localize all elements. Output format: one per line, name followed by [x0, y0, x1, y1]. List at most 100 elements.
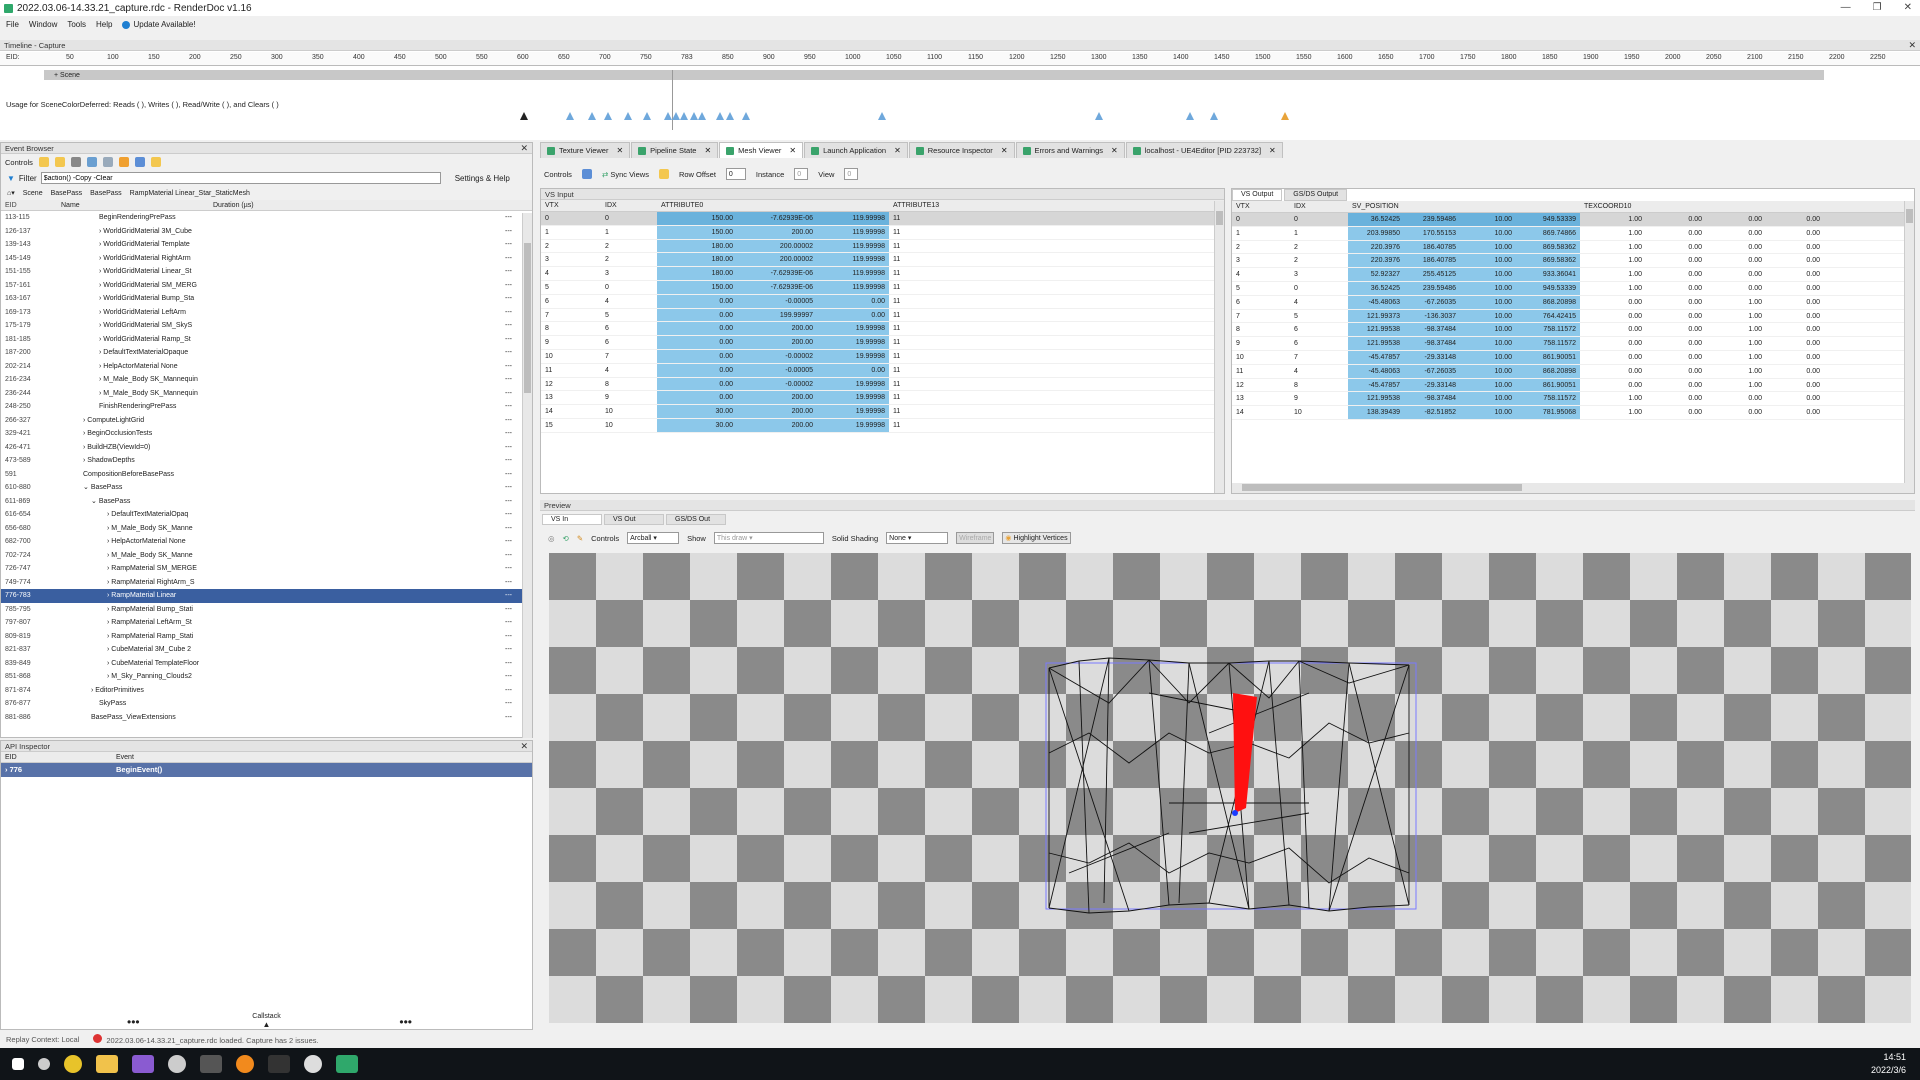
- col-eid[interactable]: EID: [1, 200, 61, 210]
- vertex-row[interactable]: 13 9 0.00 200.00 19.99998 11: [541, 391, 1224, 406]
- resource-usage-marker[interactable]: [878, 112, 886, 120]
- tab-resource-inspector[interactable]: Resource Inspector ✕: [908, 142, 1015, 158]
- settings-help-button[interactable]: Settings & Help: [455, 174, 510, 183]
- vertex-row[interactable]: 7 5 121.99373 -136.3037 10.00 764.42415 0.00 0.…: [1232, 309, 1914, 324]
- column-header[interactable]: [1516, 201, 1580, 212]
- event-row[interactable]: 797-807 › RampMaterial LeftArm_St ---: [1, 616, 522, 630]
- column-header[interactable]: ATTRIBUTE0: [657, 200, 737, 211]
- column-header[interactable]: TEXCOORD10: [1580, 201, 1646, 212]
- tab-vs-out[interactable]: VS Out: [604, 514, 664, 525]
- tab-vs-output[interactable]: VS Output: [1232, 189, 1283, 201]
- close-icon[interactable]: ✕: [1269, 146, 1276, 155]
- maximize-button[interactable]: ❐: [1873, 2, 1882, 13]
- resource-usage-marker[interactable]: [726, 112, 734, 120]
- vertex-row[interactable]: 9 6 0.00 200.00 19.99998 11: [541, 336, 1224, 350]
- timeline-ruler[interactable]: EID: 50 100 150 200 250 300 350 400 450 500 550 600…: [0, 52, 1920, 66]
- column-header[interactable]: ATTRIBUTE13: [889, 200, 959, 211]
- vertex-row[interactable]: 8 6 0.00 200.00 19.99998 11: [541, 322, 1224, 337]
- refresh-icon[interactable]: [86, 157, 97, 167]
- vertex-row[interactable]: 14 10 138.39439 -82.51852 10.00 781.95068 1.00…: [1232, 406, 1914, 420]
- bookmark-icon[interactable]: [118, 157, 129, 167]
- highlight-vertices-toggle[interactable]: ◉ Highlight Vertices: [1002, 532, 1071, 544]
- event-row[interactable]: 187-200 › DefaultTextMaterialOpaque ---: [1, 346, 522, 360]
- vertex-row[interactable]: 4 3 180.00 -7.62939E-06 119.99998 11: [541, 267, 1224, 281]
- file-explorer-icon[interactable]: [96, 1055, 118, 1073]
- api-row[interactable]: › 776 BeginEvent(): [1, 763, 532, 777]
- vertex-row[interactable]: 7 5 0.00 199.99997 0.00 11: [541, 308, 1224, 323]
- column-header[interactable]: IDX: [601, 200, 657, 211]
- event-row[interactable]: 426-471 › BuildHZB(ViewId=0) ---: [1, 441, 522, 455]
- close-icon[interactable]: ✕: [1111, 146, 1118, 155]
- vertex-row[interactable]: 5 0 36.52425 239.59486 10.00 949.53339 1.00 0.0…: [1232, 281, 1914, 296]
- callstack-bar[interactable]: ••• Callstack ▲ •••: [1, 1013, 532, 1029]
- sync-views-toggle[interactable]: ⇄ Sync Views: [602, 170, 649, 179]
- event-row[interactable]: 126-137 › WorldGridMaterial 3M_Cube ---: [1, 225, 522, 239]
- windows-start-icon[interactable]: [12, 1058, 24, 1070]
- settings-icon[interactable]: [150, 157, 161, 167]
- close-icon[interactable]: ✕: [520, 741, 528, 752]
- event-row[interactable]: 202-214 › HelpActorMaterial None ---: [1, 360, 522, 374]
- vertex-row[interactable]: 2 2 220.3976 186.40785 10.00 869.58362 1.00 0.0…: [1232, 240, 1914, 255]
- export-icon[interactable]: [102, 157, 113, 167]
- more-icon[interactable]: •••: [399, 1015, 412, 1029]
- event-row[interactable]: 656-680 › M_Male_Body SK_Manne ---: [1, 522, 522, 536]
- terminal-icon[interactable]: [200, 1055, 222, 1073]
- search-tool-icon[interactable]: [236, 1055, 254, 1073]
- show-select[interactable]: This draw ▾: [713, 532, 824, 544]
- event-row[interactable]: 163-167 › WorldGridMaterial Bump_Sta ---: [1, 292, 522, 306]
- event-row[interactable]: 473-589 › ShadowDepths ---: [1, 454, 522, 468]
- expand-arrow-icon[interactable]: ⌄: [91, 498, 99, 505]
- menu-window[interactable]: Window: [29, 20, 57, 29]
- event-row[interactable]: 611-869 ⌄ BasePass ---: [1, 495, 522, 509]
- event-row[interactable]: 139-143 › WorldGridMaterial Template ---: [1, 238, 522, 252]
- vs-input-scrollbar[interactable]: [1214, 201, 1224, 493]
- event-row[interactable]: 851-868 › M_Sky_Panning_Clouds2 ---: [1, 670, 522, 684]
- solid-shading-select[interactable]: None ▾: [886, 532, 949, 544]
- tab-errors-warnings[interactable]: Errors and Warnings ✕: [1015, 142, 1125, 158]
- vertex-row[interactable]: 15 10 30.00 200.00 19.99998 11: [541, 418, 1224, 433]
- resource-usage-marker[interactable]: [588, 112, 596, 120]
- event-row[interactable]: 776-783 › RampMaterial Linear ---: [1, 589, 522, 603]
- menu-tools[interactable]: Tools: [67, 20, 86, 29]
- steam-icon[interactable]: [168, 1055, 186, 1073]
- vertex-row[interactable]: 6 4 0.00 -0.00005 0.00 11: [541, 294, 1224, 309]
- column-header[interactable]: [1404, 201, 1460, 212]
- vertex-row[interactable]: 0 0 150.00 -7.62939E-06 119.99998 11: [541, 212, 1224, 226]
- column-header[interactable]: [817, 200, 889, 211]
- wireframe-toggle[interactable]: Wireframe: [956, 532, 995, 544]
- event-row[interactable]: 616-654 › DefaultTextMaterialOpaq ---: [1, 508, 522, 522]
- pick-icon[interactable]: ✎: [577, 534, 583, 543]
- forward-icon[interactable]: [54, 157, 65, 167]
- resource-usage-marker[interactable]: [1186, 112, 1194, 120]
- more-icon[interactable]: •••: [127, 1015, 140, 1029]
- vertex-row[interactable]: 5 0 150.00 -7.62939E-06 119.99998 11: [541, 280, 1224, 295]
- event-row[interactable]: 216-234 › M_Male_Body SK_Mannequin ---: [1, 373, 522, 387]
- vertex-row[interactable]: 14 10 30.00 200.00 19.99998 11: [541, 405, 1224, 419]
- unreal-engine-icon[interactable]: [304, 1055, 322, 1073]
- tab-localhost-connection[interactable]: localhost - UE4Editor [PID 223732] ✕: [1125, 142, 1283, 158]
- tab-pipeline-state[interactable]: Pipeline State ✕: [631, 142, 719, 158]
- export-icon[interactable]: [581, 169, 592, 179]
- vertex-row[interactable]: 3 2 220.3976 186.40785 10.00 869.58362 1.00 0.0…: [1232, 254, 1914, 269]
- vertex-row[interactable]: 6 4 -45.48063 -67.26035 10.00 868.20898 0.00 0.…: [1232, 295, 1914, 310]
- close-icon[interactable]: ✕: [704, 146, 711, 155]
- event-row[interactable]: 726-747 › RampMaterial SM_MERGE ---: [1, 562, 522, 576]
- vertex-row[interactable]: 11 4 -45.48063 -67.26035 10.00 868.20898 0.00 0…: [1232, 364, 1914, 379]
- event-row[interactable]: 881-886 BasePass_ViewExtensions ---: [1, 711, 522, 725]
- event-row[interactable]: 591 CompositionBeforeBasePass ---: [1, 468, 522, 482]
- resource-usage-marker[interactable]: [643, 112, 651, 120]
- find-icon[interactable]: [70, 157, 81, 167]
- resource-usage-marker[interactable]: [604, 112, 612, 120]
- chrome-icon[interactable]: [64, 1055, 82, 1073]
- close-icon[interactable]: ✕: [1001, 146, 1008, 155]
- vertex-row[interactable]: 10 7 -45.47857 -29.33148 10.00 861.90051 0.00 0…: [1232, 350, 1914, 365]
- vertex-row[interactable]: 13 9 121.99538 -98.37484 10.00 758.11572 1.00 0…: [1232, 392, 1914, 407]
- highlight-icon[interactable]: [658, 169, 669, 179]
- event-row[interactable]: 329-421 › BeginOcclusionTests ---: [1, 427, 522, 441]
- event-row[interactable]: 821-837 › CubeMaterial 3M_Cube 2 ---: [1, 643, 522, 657]
- column-header[interactable]: [737, 200, 817, 211]
- back-icon[interactable]: [38, 157, 49, 167]
- renderdoc-taskbar-icon[interactable]: [336, 1055, 358, 1073]
- view-input[interactable]: 0: [844, 168, 859, 180]
- event-row[interactable]: 809-819 › RampMaterial Ramp_Stati ---: [1, 630, 522, 644]
